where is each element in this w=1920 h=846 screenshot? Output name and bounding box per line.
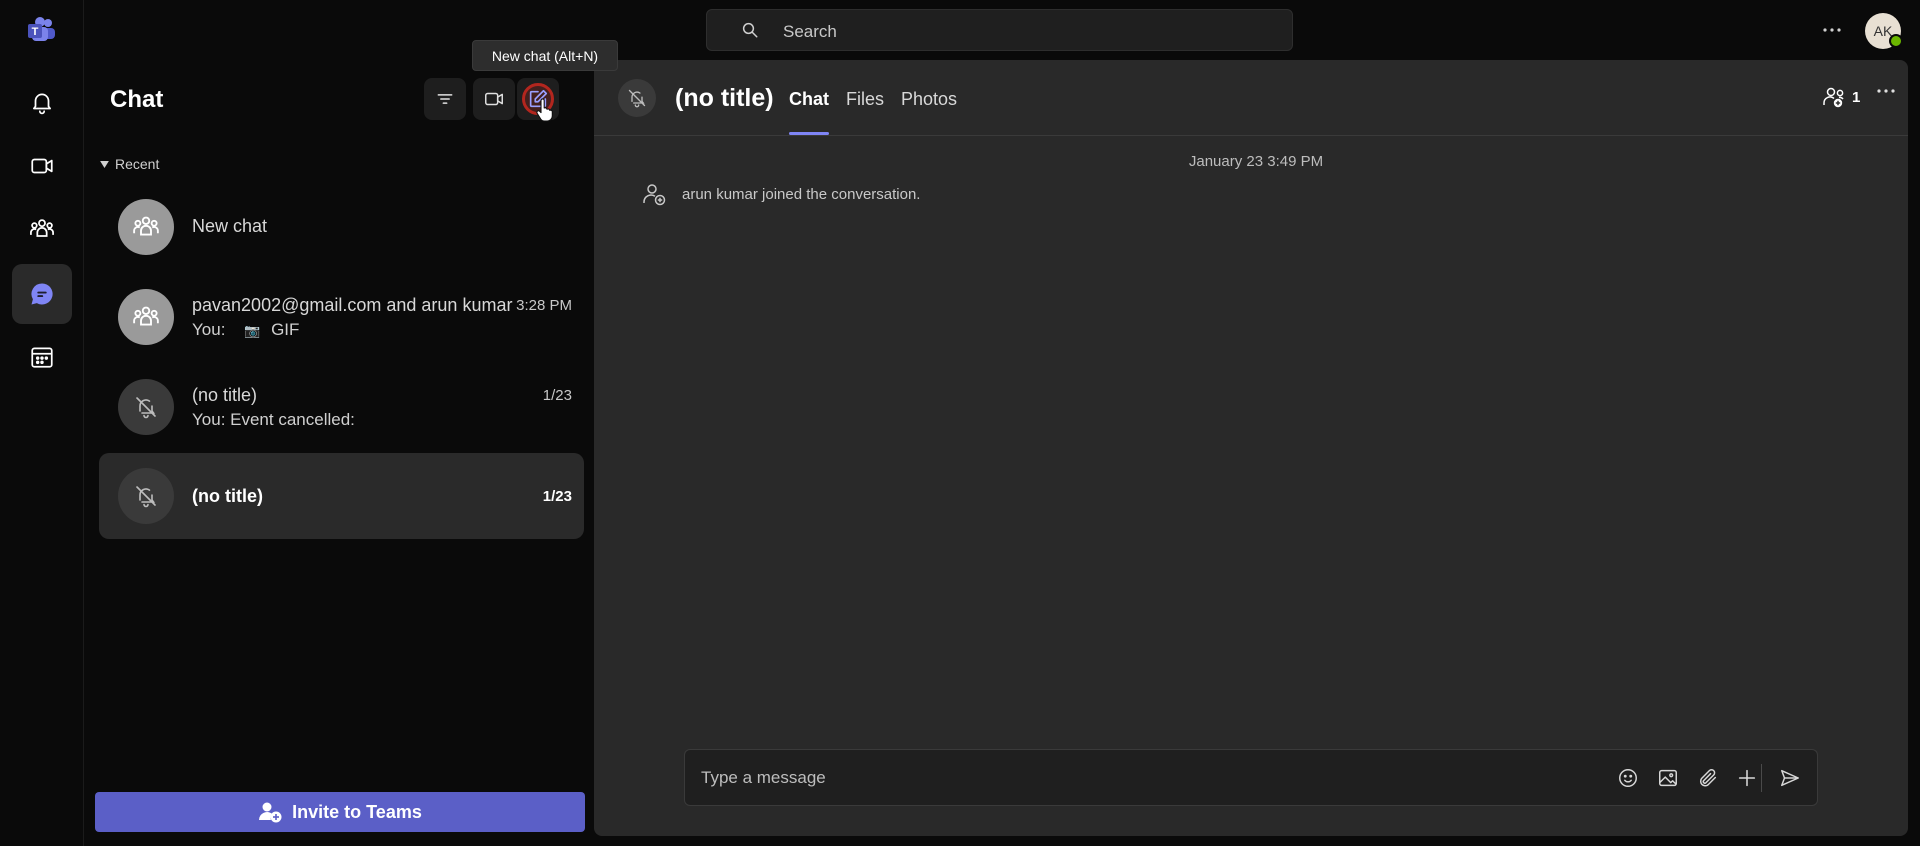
person-add-icon [258,801,282,823]
participants-button[interactable]: 1 [1822,85,1860,109]
compose-divider [1761,764,1762,792]
svg-text:T: T [32,26,39,38]
video-camera-icon [29,153,55,179]
gif-badge-icon: 📷 [244,323,261,338]
rail-item-chat[interactable] [12,264,72,324]
search-placeholder: Search [783,22,837,41]
chat-list-panel: Chat Recent New chat pavan2002@gmail.com… [84,60,594,846]
video-camera-icon [483,88,505,110]
chat-preview-text: GIF [271,320,300,339]
search-input[interactable]: Search [706,9,1293,51]
muted-chat-avatar [118,468,174,524]
muted-chat-avatar [618,79,656,117]
chat-list-item-selected[interactable]: (no title) 1/23 [99,453,584,539]
image-icon[interactable] [1655,765,1681,791]
new-chat-button[interactable] [517,78,559,122]
system-message-text: arun kumar joined the conversation. [682,185,921,203]
chat-name: pavan2002@gmail.com and arun kumar [192,295,513,315]
recent-section-label: Recent [115,156,160,172]
muted-chat-avatar [118,379,174,435]
chat-list-item[interactable]: (no title) 1/23 You: Event cancelled: [99,364,584,450]
chat-name: (no title) [192,486,263,506]
panel-title: Chat [110,86,164,113]
send-icon[interactable] [1777,765,1803,791]
attach-icon[interactable] [1695,765,1721,791]
filter-icon [435,89,455,109]
chat-list-item[interactable]: pavan2002@gmail.com and arun kumar 3:28 … [99,274,584,360]
filter-button[interactable] [424,78,466,120]
conversation-title[interactable]: (no title) [675,84,774,113]
people-icon [131,212,161,242]
new-chat-tooltip: New chat (Alt+N) [472,40,618,71]
invite-to-teams-button[interactable]: Invite to Teams [95,792,585,832]
chat-timestamp: 1/23 [542,387,572,404]
tab-photos[interactable]: Photos [901,89,957,110]
rail-item-calendar[interactable] [12,327,72,387]
active-tab-indicator [789,132,829,135]
rail-item-activity[interactable] [12,72,72,132]
caret-down-icon [100,160,109,168]
chat-bubble-icon [28,280,56,308]
participant-count: 1 [1852,88,1861,106]
plus-icon[interactable] [1734,765,1760,791]
emoji-icon[interactable] [1615,765,1641,791]
message-timestamp: January 23 3:49 PM [1188,153,1324,170]
group-avatar [118,289,174,345]
hand-cursor-icon [535,98,555,122]
system-message: arun kumar joined the conversation. [642,182,920,206]
chat-name: New chat [192,216,268,236]
message-input-placeholder: Type a message [701,768,826,787]
bell-off-icon [627,88,647,108]
person-joined-icon [642,182,666,206]
tab-files[interactable]: Files [846,89,884,110]
presence-available-badge [1889,34,1903,48]
conversation-pane: (no title) Chat Files Photos 1 January 2… [594,60,1908,836]
chat-preview-text: You: Event cancelled: [192,410,355,429]
group-avatar [118,199,174,255]
chat-preview: You: 📷 GIF [192,320,299,340]
rail-item-meet[interactable] [12,136,72,196]
app-rail: T [0,0,84,846]
conversation-more-button[interactable] [1876,88,1896,94]
chat-list-item[interactable]: New chat [99,184,584,270]
invite-button-label: Invite to Teams [292,801,422,822]
conversation-header: (no title) Chat Files Photos 1 [594,60,1908,136]
message-compose-box[interactable]: Type a message [684,749,1818,806]
people-add-icon [1822,85,1848,109]
meet-now-button[interactable] [473,78,515,120]
ellipsis-icon [1876,88,1896,94]
people-icon [28,215,56,243]
bell-icon [29,89,55,115]
people-icon [131,302,161,332]
teams-logo-icon[interactable]: T [26,14,58,46]
search-icon [741,21,759,39]
tab-chat[interactable]: Chat [789,89,829,110]
chat-timestamp: 3:28 PM [516,297,572,314]
bell-off-icon [134,484,158,508]
bell-off-icon [134,395,158,419]
rail-item-communities[interactable] [12,199,72,259]
recent-section-toggle[interactable]: Recent [100,156,159,172]
settings-more-button[interactable] [1818,14,1846,46]
chat-preview-sender: You: [192,320,226,339]
chat-name: (no title) [192,385,258,405]
ellipsis-icon [1822,27,1842,33]
chat-timestamp: 1/23 [542,488,572,505]
calendar-icon [29,344,55,370]
